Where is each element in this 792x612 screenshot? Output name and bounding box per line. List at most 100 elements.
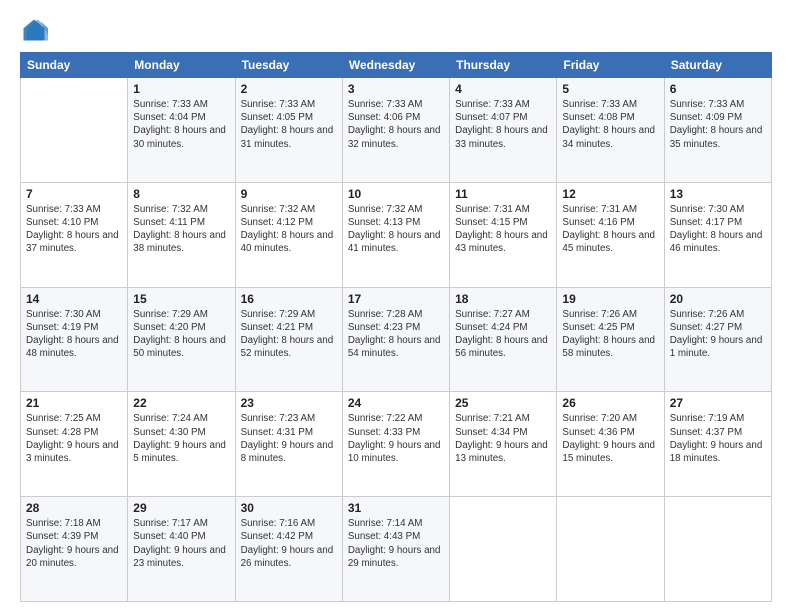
week-row-4: 28 Sunrise: 7:18 AMSunset: 4:39 PMDayligh… [21, 497, 772, 602]
day-cell: 16Sunrise: 7:29 AMSunset: 4:21 PMDayligh… [235, 287, 342, 392]
weekday-header-friday: Friday [557, 53, 664, 78]
day-info: Sunrise: 7:33 AMSunset: 4:09 PMDaylight:… [670, 98, 766, 151]
day-number: 6 [670, 82, 766, 96]
day-info: Sunrise: 7:33 AMSunset: 4:07 PMDaylight:… [455, 98, 551, 151]
day-info: Sunrise: 7:23 AMSunset: 4:31 PMDaylight:… [241, 412, 337, 465]
day-cell: 12Sunrise: 7:31 AMSunset: 4:16 PMDayligh… [557, 182, 664, 287]
day-number: 15 [133, 292, 229, 306]
day-info: Sunrise: 7:20 AMSunset: 4:36 PMDaylight:… [562, 412, 658, 465]
day-cell: 19 Sunrise: 7:26 AMSunset: 4:25 PMDayligh… [557, 287, 664, 392]
day-info: Sunrise: 7:31 AMSunset: 4:16 PMDaylight:… [562, 203, 658, 256]
day-cell: 21 Sunrise: 7:25 AMSunset: 4:28 PMDayligh… [21, 392, 128, 497]
day-info: Sunrise: 7:26 AMSunset: 4:27 PMDaylight:… [670, 308, 766, 361]
day-cell: 29Sunrise: 7:17 AMSunset: 4:40 PMDayligh… [128, 497, 235, 602]
day-cell: 13 Sunrise: 7:30 AMSunset: 4:17 PMDayligh… [664, 182, 771, 287]
day-number: 26 [562, 396, 658, 410]
day-number: 31 [348, 501, 444, 515]
day-number: 22 [133, 396, 229, 410]
day-number: 28 [26, 501, 122, 515]
day-number: 3 [348, 82, 444, 96]
day-number: 24 [348, 396, 444, 410]
day-number: 11 [455, 187, 551, 201]
calendar-table: SundayMondayTuesdayWednesdayThursdayFrid… [20, 52, 772, 602]
day-number: 19 [562, 292, 658, 306]
day-cell: 27 Sunrise: 7:19 AMSunset: 4:37 PMDayligh… [664, 392, 771, 497]
page: SundayMondayTuesdayWednesdayThursdayFrid… [0, 0, 792, 612]
week-row-0: 1 Sunrise: 7:33 AMSunset: 4:04 PMDaylight… [21, 78, 772, 183]
day-number: 5 [562, 82, 658, 96]
calendar-body: 1 Sunrise: 7:33 AMSunset: 4:04 PMDaylight… [21, 78, 772, 602]
day-number: 7 [26, 187, 122, 201]
day-cell: 26 Sunrise: 7:20 AMSunset: 4:36 PMDayligh… [557, 392, 664, 497]
day-info: Sunrise: 7:33 AMSunset: 4:10 PMDaylight:… [26, 203, 122, 256]
day-info: Sunrise: 7:27 AMSunset: 4:24 PMDaylight:… [455, 308, 551, 361]
day-info: Sunrise: 7:21 AMSunset: 4:34 PMDaylight:… [455, 412, 551, 465]
day-cell: 3 Sunrise: 7:33 AMSunset: 4:06 PMDaylight… [342, 78, 449, 183]
day-number: 20 [670, 292, 766, 306]
day-number: 13 [670, 187, 766, 201]
day-number: 18 [455, 292, 551, 306]
day-info: Sunrise: 7:32 AMSunset: 4:12 PMDaylight:… [241, 203, 337, 256]
day-info: Sunrise: 7:22 AMSunset: 4:33 PMDaylight:… [348, 412, 444, 465]
day-cell: 8Sunrise: 7:32 AMSunset: 4:11 PMDaylight… [128, 182, 235, 287]
weekday-header-monday: Monday [128, 53, 235, 78]
day-cell: 10 Sunrise: 7:32 AMSunset: 4:13 PMDayligh… [342, 182, 449, 287]
week-row-2: 14 Sunrise: 7:30 AMSunset: 4:19 PMDayligh… [21, 287, 772, 392]
day-cell: 4Sunrise: 7:33 AMSunset: 4:07 PMDaylight… [450, 78, 557, 183]
day-info: Sunrise: 7:32 AMSunset: 4:13 PMDaylight:… [348, 203, 444, 256]
day-info: Sunrise: 7:25 AMSunset: 4:28 PMDaylight:… [26, 412, 122, 465]
day-cell: 9 Sunrise: 7:32 AMSunset: 4:12 PMDaylight… [235, 182, 342, 287]
day-cell: 7 Sunrise: 7:33 AMSunset: 4:10 PMDaylight… [21, 182, 128, 287]
weekday-header-saturday: Saturday [664, 53, 771, 78]
day-number: 17 [348, 292, 444, 306]
day-cell: 20 Sunrise: 7:26 AMSunset: 4:27 PMDayligh… [664, 287, 771, 392]
day-cell: 6 Sunrise: 7:33 AMSunset: 4:09 PMDaylight… [664, 78, 771, 183]
day-cell [21, 78, 128, 183]
day-number: 21 [26, 396, 122, 410]
week-row-3: 21 Sunrise: 7:25 AMSunset: 4:28 PMDayligh… [21, 392, 772, 497]
day-cell: 24 Sunrise: 7:22 AMSunset: 4:33 PMDayligh… [342, 392, 449, 497]
day-info: Sunrise: 7:33 AMSunset: 4:08 PMDaylight:… [562, 98, 658, 151]
day-info: Sunrise: 7:26 AMSunset: 4:25 PMDaylight:… [562, 308, 658, 361]
day-number: 16 [241, 292, 337, 306]
day-cell: 28 Sunrise: 7:18 AMSunset: 4:39 PMDayligh… [21, 497, 128, 602]
day-number: 9 [241, 187, 337, 201]
day-info: Sunrise: 7:30 AMSunset: 4:17 PMDaylight:… [670, 203, 766, 256]
day-cell [664, 497, 771, 602]
day-cell: 11 Sunrise: 7:31 AMSunset: 4:15 PMDayligh… [450, 182, 557, 287]
week-row-1: 7 Sunrise: 7:33 AMSunset: 4:10 PMDaylight… [21, 182, 772, 287]
day-info: Sunrise: 7:28 AMSunset: 4:23 PMDaylight:… [348, 308, 444, 361]
day-number: 10 [348, 187, 444, 201]
calendar-header: SundayMondayTuesdayWednesdayThursdayFrid… [21, 53, 772, 78]
day-info: Sunrise: 7:19 AMSunset: 4:37 PMDaylight:… [670, 412, 766, 465]
weekday-header-thursday: Thursday [450, 53, 557, 78]
day-info: Sunrise: 7:14 AMSunset: 4:43 PMDaylight:… [348, 517, 444, 570]
day-cell: 25Sunrise: 7:21 AMSunset: 4:34 PMDayligh… [450, 392, 557, 497]
weekday-header-wednesday: Wednesday [342, 53, 449, 78]
weekday-header-tuesday: Tuesday [235, 53, 342, 78]
day-info: Sunrise: 7:30 AMSunset: 4:19 PMDaylight:… [26, 308, 122, 361]
header [20, 16, 772, 44]
day-cell [450, 497, 557, 602]
day-cell: 5 Sunrise: 7:33 AMSunset: 4:08 PMDaylight… [557, 78, 664, 183]
day-cell: 17 Sunrise: 7:28 AMSunset: 4:23 PMDayligh… [342, 287, 449, 392]
day-cell: 18 Sunrise: 7:27 AMSunset: 4:24 PMDayligh… [450, 287, 557, 392]
day-cell: 14 Sunrise: 7:30 AMSunset: 4:19 PMDayligh… [21, 287, 128, 392]
day-info: Sunrise: 7:24 AMSunset: 4:30 PMDaylight:… [133, 412, 229, 465]
day-info: Sunrise: 7:32 AMSunset: 4:11 PMDaylight:… [133, 203, 229, 256]
day-info: Sunrise: 7:18 AMSunset: 4:39 PMDaylight:… [26, 517, 122, 570]
day-number: 1 [133, 82, 229, 96]
day-info: Sunrise: 7:16 AMSunset: 4:42 PMDaylight:… [241, 517, 337, 570]
day-info: Sunrise: 7:33 AMSunset: 4:04 PMDaylight:… [133, 98, 229, 151]
day-cell: 30Sunrise: 7:16 AMSunset: 4:42 PMDayligh… [235, 497, 342, 602]
day-cell: 23 Sunrise: 7:23 AMSunset: 4:31 PMDayligh… [235, 392, 342, 497]
day-info: Sunrise: 7:29 AMSunset: 4:20 PMDaylight:… [133, 308, 229, 361]
day-cell [557, 497, 664, 602]
day-number: 23 [241, 396, 337, 410]
day-number: 14 [26, 292, 122, 306]
weekday-row: SundayMondayTuesdayWednesdayThursdayFrid… [21, 53, 772, 78]
day-number: 27 [670, 396, 766, 410]
day-info: Sunrise: 7:17 AMSunset: 4:40 PMDaylight:… [133, 517, 229, 570]
day-info: Sunrise: 7:31 AMSunset: 4:15 PMDaylight:… [455, 203, 551, 256]
day-info: Sunrise: 7:33 AMSunset: 4:06 PMDaylight:… [348, 98, 444, 151]
